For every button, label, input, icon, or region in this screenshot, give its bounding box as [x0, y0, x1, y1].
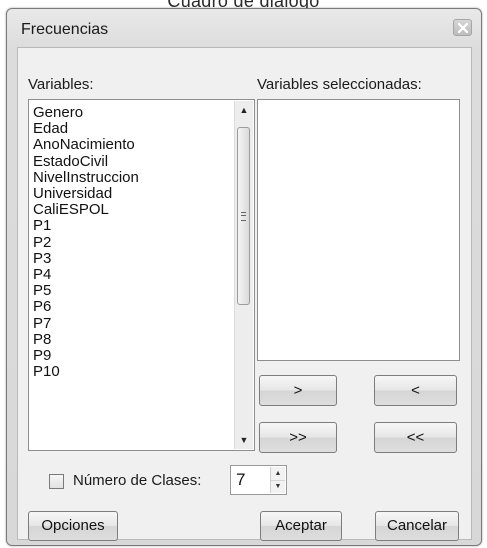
classes-checkbox[interactable] — [49, 474, 64, 489]
close-button[interactable] — [453, 19, 472, 36]
list-item[interactable]: P7 — [33, 315, 139, 332]
remove-variable-button[interactable]: < — [374, 375, 457, 406]
accept-button[interactable]: Aceptar — [260, 511, 342, 541]
list-item[interactable]: AnoNacimiento — [33, 137, 139, 153]
list-item[interactable]: P10 — [33, 364, 139, 380]
classes-label: Número de Clases: — [73, 472, 202, 489]
variables-label: Variables: — [28, 76, 94, 93]
cancel-button[interactable]: Cancelar — [375, 511, 459, 541]
list-item[interactable]: Edad — [33, 121, 139, 137]
classes-spinbox[interactable]: 7 ▲ ▼ — [230, 465, 287, 495]
add-all-variables-button[interactable]: >> — [259, 422, 337, 453]
add-variable-button[interactable]: > — [259, 375, 337, 406]
variables-listbox[interactable]: Genero Edad AnoNacimiento EstadoCivil NivelI… — [28, 99, 255, 451]
selected-variables-label: Variables seleccionadas: — [257, 76, 422, 93]
list-item[interactable]: P3 — [33, 250, 139, 267]
list-item[interactable]: NivelInstruccion — [33, 169, 139, 186]
list-item[interactable]: P1 — [33, 218, 139, 234]
list-item[interactable]: Universidad — [33, 185, 139, 202]
scroll-down-arrow-icon[interactable]: ▼ — [235, 431, 253, 449]
spin-down-arrow-icon[interactable]: ▼ — [271, 480, 285, 493]
variables-list: Genero Edad AnoNacimiento EstadoCivil NivelI… — [33, 104, 139, 380]
spin-up-arrow-icon[interactable]: ▲ — [271, 467, 285, 481]
list-item[interactable]: P2 — [33, 234, 139, 251]
frecuencias-dialog: Frecuencias Variables: Genero Edad AnoNaci… — [6, 8, 482, 546]
scroll-up-arrow-icon[interactable]: ▲ — [235, 101, 253, 119]
list-item[interactable]: P5 — [33, 283, 139, 299]
spin-buttons: ▲ ▼ — [270, 467, 285, 493]
close-icon — [458, 23, 468, 33]
scroll-thumb[interactable] — [237, 127, 250, 305]
thumb-grip-icon — [241, 212, 246, 221]
list-item[interactable]: P9 — [33, 347, 139, 364]
classes-value[interactable]: 7 — [236, 470, 245, 490]
list-item[interactable]: P4 — [33, 266, 139, 283]
options-button[interactable]: Opciones — [28, 511, 118, 541]
title-bar[interactable]: Frecuencias — [7, 9, 481, 49]
list-item[interactable]: P6 — [33, 299, 139, 315]
list-item[interactable]: CaliESPOL — [33, 202, 139, 218]
variables-scrollbar[interactable]: ▲ ▼ — [234, 101, 253, 449]
dialog-content: Variables: Genero Edad AnoNacimiento Estado… — [17, 47, 472, 541]
list-item[interactable]: EstadoCivil — [33, 153, 139, 170]
selected-variables-listbox[interactable] — [257, 99, 460, 361]
window-title: Frecuencias — [21, 21, 109, 38]
list-item[interactable]: P8 — [33, 331, 139, 348]
remove-all-variables-button[interactable]: << — [374, 422, 457, 453]
list-item[interactable]: Genero — [33, 104, 139, 121]
